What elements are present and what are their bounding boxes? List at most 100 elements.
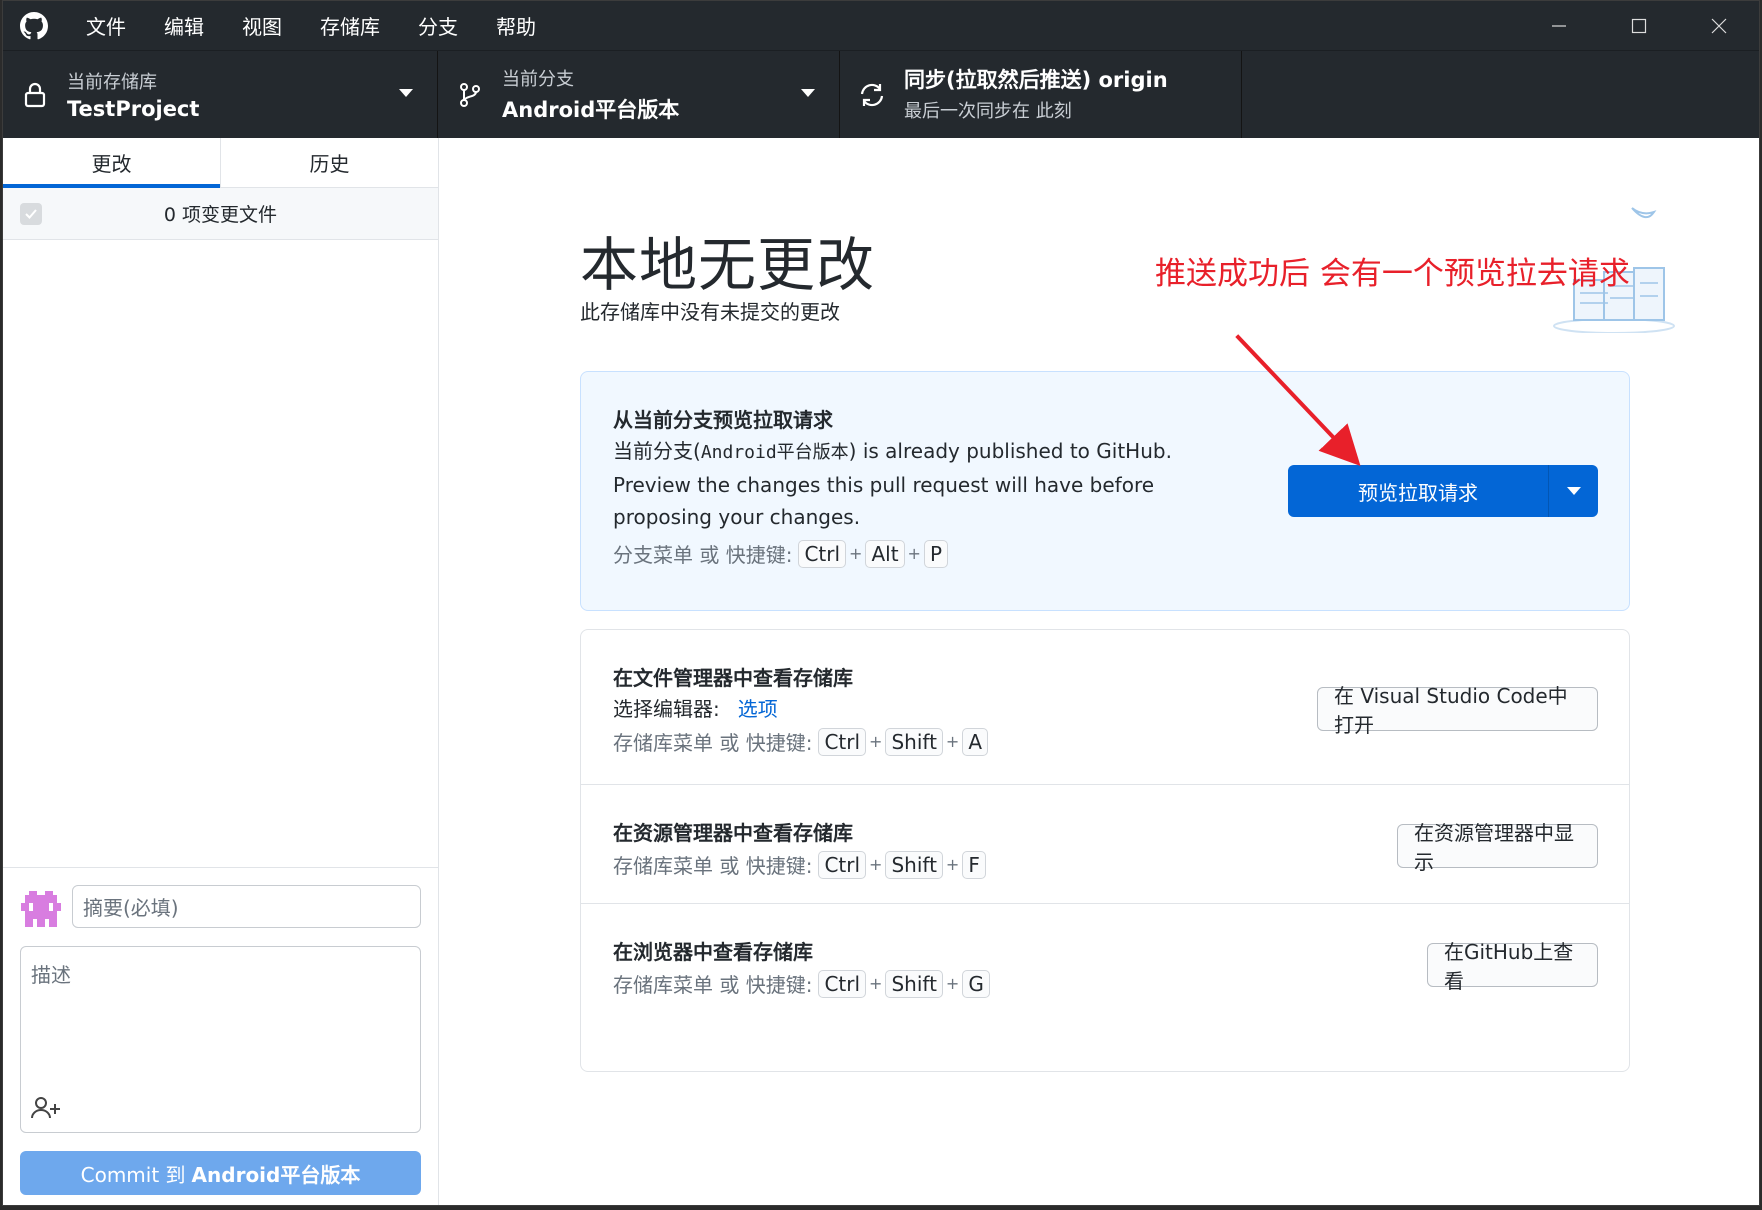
open-in-editor-row: 在文件管理器中查看存储库 选择编辑器: 选项 存储库菜单 或 快捷键: Ctrl +…: [581, 630, 1629, 785]
view-on-github-button[interactable]: 在GitHub上查看: [1427, 940, 1598, 993]
menu-file[interactable]: 文件: [67, 1, 145, 50]
show-in-explorer-button[interactable]: 在资源管理器中显示: [1397, 821, 1598, 874]
preview-pr-card: 从当前分支预览拉取请求 当前分支(Android平台版本) is already…: [580, 371, 1630, 611]
commit-area: 摘要(必填) 描述 Commit 到 Android平台版本: [3, 867, 438, 1205]
changes-header: 0 项变更文件: [3, 188, 438, 240]
sidebar: 更改 历史 0 项变更文件 摘要(必填) 描述 Commit 到 Android…: [3, 138, 439, 1205]
shortcut-hint: 分支菜单 或 快捷键:: [613, 543, 793, 567]
explorer-shortcut: 存储库菜单 或 快捷键: Ctrl + Shift + F: [613, 850, 989, 879]
kbd-key: P: [923, 539, 949, 568]
sidebar-tabs: 更改 历史: [3, 138, 438, 188]
commit-branch: Android平台版本: [191, 1162, 361, 1187]
avatar-icon: [21, 887, 61, 927]
checkbox-icon: [25, 209, 37, 219]
kbd-key: Ctrl: [818, 969, 867, 998]
close-button[interactable]: [1679, 1, 1759, 50]
preview-pr-button[interactable]: 预览拉取请求: [1288, 465, 1598, 517]
pr-branch-name: Android平台版本: [700, 442, 849, 463]
actions-card: 在文件管理器中查看存储库 选择编辑器: 选项 存储库菜单 或 快捷键: Ctrl +…: [580, 629, 1630, 1072]
shortcut-hint: 存储库菜单 或 快捷键:: [613, 854, 813, 878]
choose-editor-label: 选择编辑器:: [613, 697, 720, 721]
tab-history[interactable]: 历史: [220, 138, 438, 187]
editor-shortcut: 存储库菜单 或 快捷键: Ctrl + Shift + A: [613, 727, 991, 756]
pr-text-prefix: 当前分支(: [613, 439, 701, 463]
editor-options-link[interactable]: 选项: [738, 697, 778, 721]
editor-row-content: 在文件管理器中查看存储库 选择编辑器: 选项 存储库菜单 或 快捷键: Ctrl +…: [613, 662, 991, 756]
tab-changes[interactable]: 更改: [3, 138, 220, 188]
maximize-icon: [1631, 18, 1647, 33]
minimize-icon: [1552, 24, 1566, 27]
title-bar: 文件 编辑 视图 存储库 分支 帮助: [3, 1, 1759, 50]
maximize-button[interactable]: [1599, 1, 1679, 50]
sync-title: 同步(拉取然后推送) origin: [904, 67, 1168, 92]
commit-button[interactable]: Commit 到 Android平台版本: [20, 1151, 421, 1195]
page-subtitle: 此存储库中没有未提交的更改: [580, 300, 840, 324]
menu-bar: 文件 编辑 视图 存储库 分支 帮助: [67, 1, 555, 50]
kbd-key: G: [962, 969, 990, 998]
plus-sign: +: [907, 544, 921, 563]
preview-pr-dropdown[interactable]: [1548, 465, 1598, 517]
menu-edit[interactable]: 编辑: [145, 1, 223, 50]
browser-row-title: 在浏览器中查看存储库: [613, 940, 813, 964]
plus-sign: +: [849, 544, 863, 563]
plus-sign: +: [945, 855, 960, 874]
preview-pr-text-line1: 当前分支(Android平台版本) is already published t…: [613, 435, 1172, 469]
app-window: 文件 编辑 视图 存储库 分支 帮助 当前存储库 TestProject 当前分…: [2, 0, 1760, 1206]
caret-down-icon: [1566, 487, 1581, 495]
current-branch-button[interactable]: 当前分支 Android平台版本: [438, 51, 840, 138]
kbd-key: Ctrl: [818, 850, 867, 879]
preview-pr-text-line3: proposing your changes.: [613, 505, 861, 529]
browser-shortcut: 存储库菜单 或 快捷键: Ctrl + Shift + G: [613, 969, 993, 998]
branch-icon: [456, 81, 484, 109]
menu-help[interactable]: 帮助: [477, 1, 555, 50]
shortcut-hint: 存储库菜单 或 快捷键:: [613, 973, 813, 997]
caret-down-icon: [399, 89, 413, 97]
repository-label: 当前存储库: [67, 72, 157, 93]
add-coauthor-icon[interactable]: [31, 1096, 61, 1120]
show-in-explorer-row: 在资源管理器中查看存储库 存储库菜单 或 快捷键: Ctrl + Shift + F 在…: [581, 785, 1629, 904]
minimize-button[interactable]: [1519, 1, 1599, 50]
branch-name: Android平台版本: [502, 98, 680, 122]
repository-text: 当前存储库 TestProject: [67, 68, 199, 121]
main-panel: 本地无更改 此存储库中没有未提交的更改 推送成功后 会有一个预览拉去请求 从当前…: [439, 138, 1759, 1205]
editor-choice: 选择编辑器: 选项: [613, 693, 991, 725]
shortcut-hint: 存储库菜单 或 快捷键:: [613, 731, 813, 755]
preview-pr-title: 从当前分支预览拉取请求: [613, 408, 833, 432]
preview-pr-content: 从当前分支预览拉取请求 当前分支(Android平台版本) is already…: [613, 404, 1172, 568]
plus-sign: +: [869, 974, 883, 993]
kbd-key: Ctrl: [818, 727, 867, 756]
kbd-key: F: [962, 850, 986, 879]
explorer-row-content: 在资源管理器中查看存储库 存储库菜单 或 快捷键: Ctrl + Shift + F: [613, 817, 989, 879]
sync-button[interactable]: 同步(拉取然后推送) origin 最后一次同步在 此刻: [840, 51, 1242, 138]
close-icon: [1711, 18, 1727, 33]
page-title: 本地无更改: [580, 231, 876, 299]
current-repository-button[interactable]: 当前存储库 TestProject: [3, 51, 438, 138]
view-on-github-row: 在浏览器中查看存储库 存储库菜单 或 快捷键: Ctrl + Shift + G 在Gi…: [581, 904, 1629, 1023]
sync-icon: [858, 81, 886, 109]
caret-down-icon: [801, 89, 815, 97]
kbd-key: Alt: [865, 539, 905, 568]
menu-branch[interactable]: 分支: [399, 1, 477, 50]
lock-icon: [21, 81, 49, 109]
preview-pr-shortcut: 分支菜单 或 快捷键: Ctrl + Alt + P: [613, 539, 1172, 568]
description-placeholder: 描述: [31, 963, 71, 987]
select-all-checkbox[interactable]: [20, 203, 42, 225]
menu-view[interactable]: 视图: [223, 1, 301, 50]
kbd-key: Shift: [885, 727, 943, 756]
explorer-row-title: 在资源管理器中查看存储库: [613, 821, 853, 845]
kbd-key: A: [962, 727, 989, 756]
plus-sign: +: [869, 855, 883, 874]
preview-pr-text-line2: Preview the changes this pull request wi…: [613, 473, 1155, 497]
toolbar: 当前存储库 TestProject 当前分支 Android平台版本 同步(拉取…: [3, 50, 1759, 138]
open-in-vscode-button[interactable]: 在 Visual Studio Code中打开: [1317, 684, 1598, 737]
repository-name: TestProject: [67, 97, 200, 121]
changes-count: 0 项变更文件: [163, 204, 278, 226]
menu-repository[interactable]: 存储库: [301, 1, 399, 50]
sync-text: 同步(拉取然后推送) origin 最后一次同步在 此刻: [904, 64, 1168, 126]
description-input[interactable]: 描述: [20, 946, 421, 1133]
editor-row-title: 在文件管理器中查看存储库: [613, 666, 853, 690]
summary-input[interactable]: 摘要(必填): [72, 885, 421, 928]
branch-text: 当前分支 Android平台版本: [502, 65, 679, 124]
plus-sign: +: [869, 732, 883, 751]
summary-placeholder: 摘要(必填): [83, 896, 179, 920]
